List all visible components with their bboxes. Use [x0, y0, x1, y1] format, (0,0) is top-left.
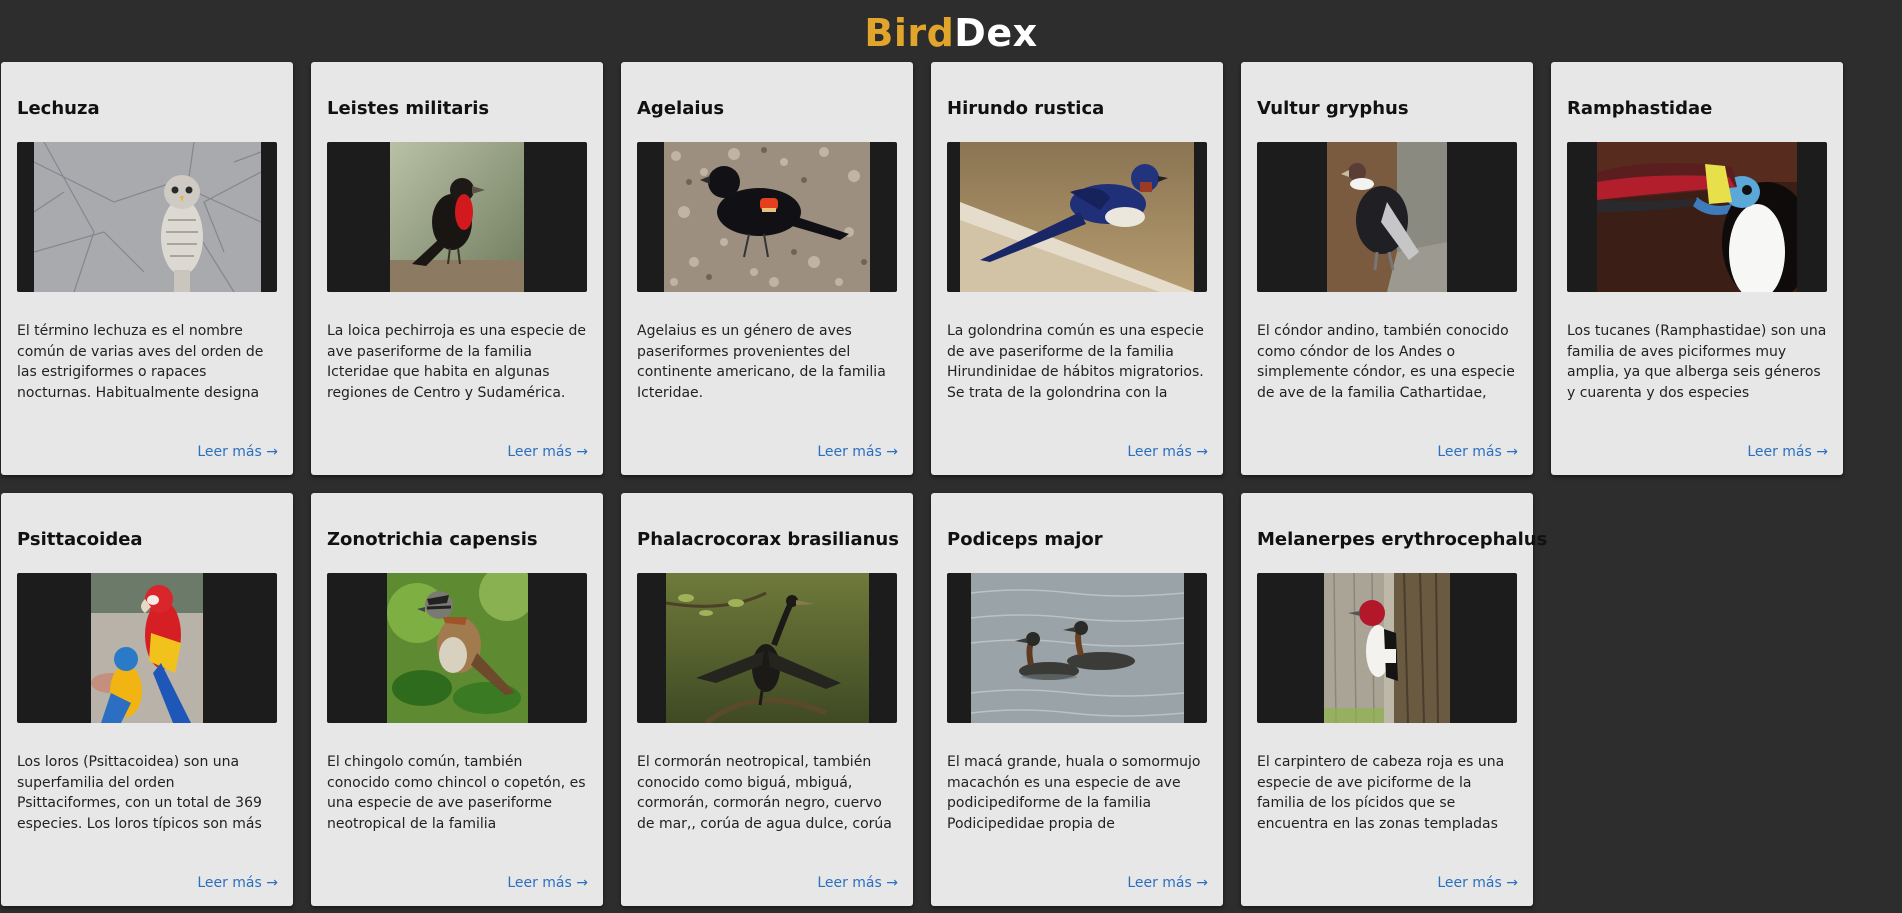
rufous-collared-sparrow-photo — [386, 573, 528, 723]
owl-photo — [33, 142, 261, 292]
card-description: Los loros (Psittacoidea) son una superfa… — [17, 754, 262, 832]
bird-card-lechuza: Lechuza El término lechuza es el nombre … — [1, 62, 293, 475]
card-image-frame — [637, 142, 897, 292]
birddex-logo[interactable]: BirdDex — [864, 7, 1037, 55]
bird-card-grid: Lechuza El término lechuza es el nombre … — [0, 62, 1902, 906]
bird-card-phalacrocorax-brasilianus: Phalacrocorax brasilianus El cormorán ne… — [621, 493, 913, 906]
card-title: Vultur gryphus — [1257, 98, 1409, 119]
card-description: El chingolo común, también conocido como… — [327, 754, 586, 832]
card-image-frame — [327, 573, 587, 723]
card-image-frame — [947, 573, 1207, 723]
card-description: Agelaius es un género de aves paseriform… — [637, 323, 886, 401]
card-description: El cormorán neotropical, también conocid… — [637, 754, 892, 832]
card-description: Los tucanes (Ramphastidae) son una famil… — [1567, 323, 1827, 401]
read-more-link[interactable]: Leer más → — [507, 444, 588, 460]
bird-card-melanerpes-erythrocephalus: Melanerpes erythrocephalus El carpintero… — [1241, 493, 1548, 906]
red-breasted-blackbird-photo — [390, 142, 524, 292]
red-winged-blackbird-photo — [664, 142, 870, 292]
macaw-photo — [91, 573, 203, 723]
read-more-link[interactable]: Leer más → — [1747, 444, 1828, 460]
bird-card-podiceps-major: Podiceps major El macá grande, huala o s… — [931, 493, 1223, 906]
read-more-link[interactable]: Leer más → — [1127, 875, 1208, 891]
card-description: La loica pechirroja es una especie de av… — [327, 323, 586, 401]
card-title: Zonotrichia capensis — [327, 529, 538, 550]
card-image-frame — [327, 142, 587, 292]
barn-swallow-photo — [960, 142, 1194, 292]
bird-card-agelaius: Agelaius Agelaius es un género de aves p… — [621, 62, 913, 475]
bird-card-ramphastidae: Ramphastidae Los tucanes (Ramphastidae) … — [1551, 62, 1843, 475]
logo-bird-text: Bird — [864, 11, 955, 55]
card-title: Lechuza — [17, 98, 100, 119]
card-image-frame — [637, 573, 897, 723]
card-image-frame — [1567, 142, 1827, 292]
card-description: El carpintero de cabeza roja es una espe… — [1257, 754, 1505, 832]
card-image-frame — [17, 142, 277, 292]
site-header: BirdDex — [0, 0, 1902, 62]
card-title: Ramphastidae — [1567, 98, 1713, 119]
card-image-frame — [1257, 142, 1517, 292]
card-image-frame — [17, 573, 277, 723]
red-headed-woodpecker-photo — [1324, 573, 1450, 723]
bird-card-psittacoidea: Psittacoidea Los loros (Psittacoidea) so… — [1, 493, 293, 906]
card-title: Hirundo rustica — [947, 98, 1105, 119]
great-grebe-photo — [970, 573, 1184, 723]
card-image-frame — [947, 142, 1207, 292]
card-description: El cóndor andino, también conocido como … — [1257, 323, 1515, 401]
andean-condor-photo — [1327, 142, 1447, 292]
bird-card-zonotrichia-capensis: Zonotrichia capensis El chingolo común, … — [311, 493, 603, 906]
read-more-link[interactable]: Leer más → — [507, 875, 588, 891]
card-title: Phalacrocorax brasilianus — [637, 529, 899, 550]
read-more-link[interactable]: Leer más → — [1437, 875, 1518, 891]
card-title: Agelaius — [637, 98, 725, 119]
read-more-link[interactable]: Leer más → — [817, 444, 898, 460]
bird-card-hirundo-rustica: Hirundo rustica La golondrina común es u… — [931, 62, 1223, 475]
read-more-link[interactable]: Leer más → — [197, 875, 278, 891]
card-description: El macá grande, huala o somormujo macach… — [947, 754, 1201, 832]
card-description: El término lechuza es el nombre común de… — [17, 323, 264, 401]
toucan-photo — [1597, 142, 1797, 292]
read-more-link[interactable]: Leer más → — [817, 875, 898, 891]
card-description: La golondrina común es una especie de av… — [947, 323, 1204, 401]
card-image-frame — [1257, 573, 1517, 723]
read-more-link[interactable]: Leer más → — [1127, 444, 1208, 460]
card-title: Psittacoidea — [17, 529, 143, 550]
bird-card-vultur-gryphus: Vultur gryphus El cóndor andino, también… — [1241, 62, 1533, 475]
neotropic-cormorant-photo — [665, 573, 869, 723]
card-title: Melanerpes erythrocephalus — [1257, 529, 1548, 550]
card-title: Podiceps major — [947, 529, 1103, 550]
logo-dex-text: Dex — [954, 11, 1038, 55]
read-more-link[interactable]: Leer más → — [197, 444, 278, 460]
read-more-link[interactable]: Leer más → — [1437, 444, 1518, 460]
card-title: Leistes militaris — [327, 98, 490, 119]
bird-card-leistes-militaris: Leistes militaris La loica pechirroja es… — [311, 62, 603, 475]
